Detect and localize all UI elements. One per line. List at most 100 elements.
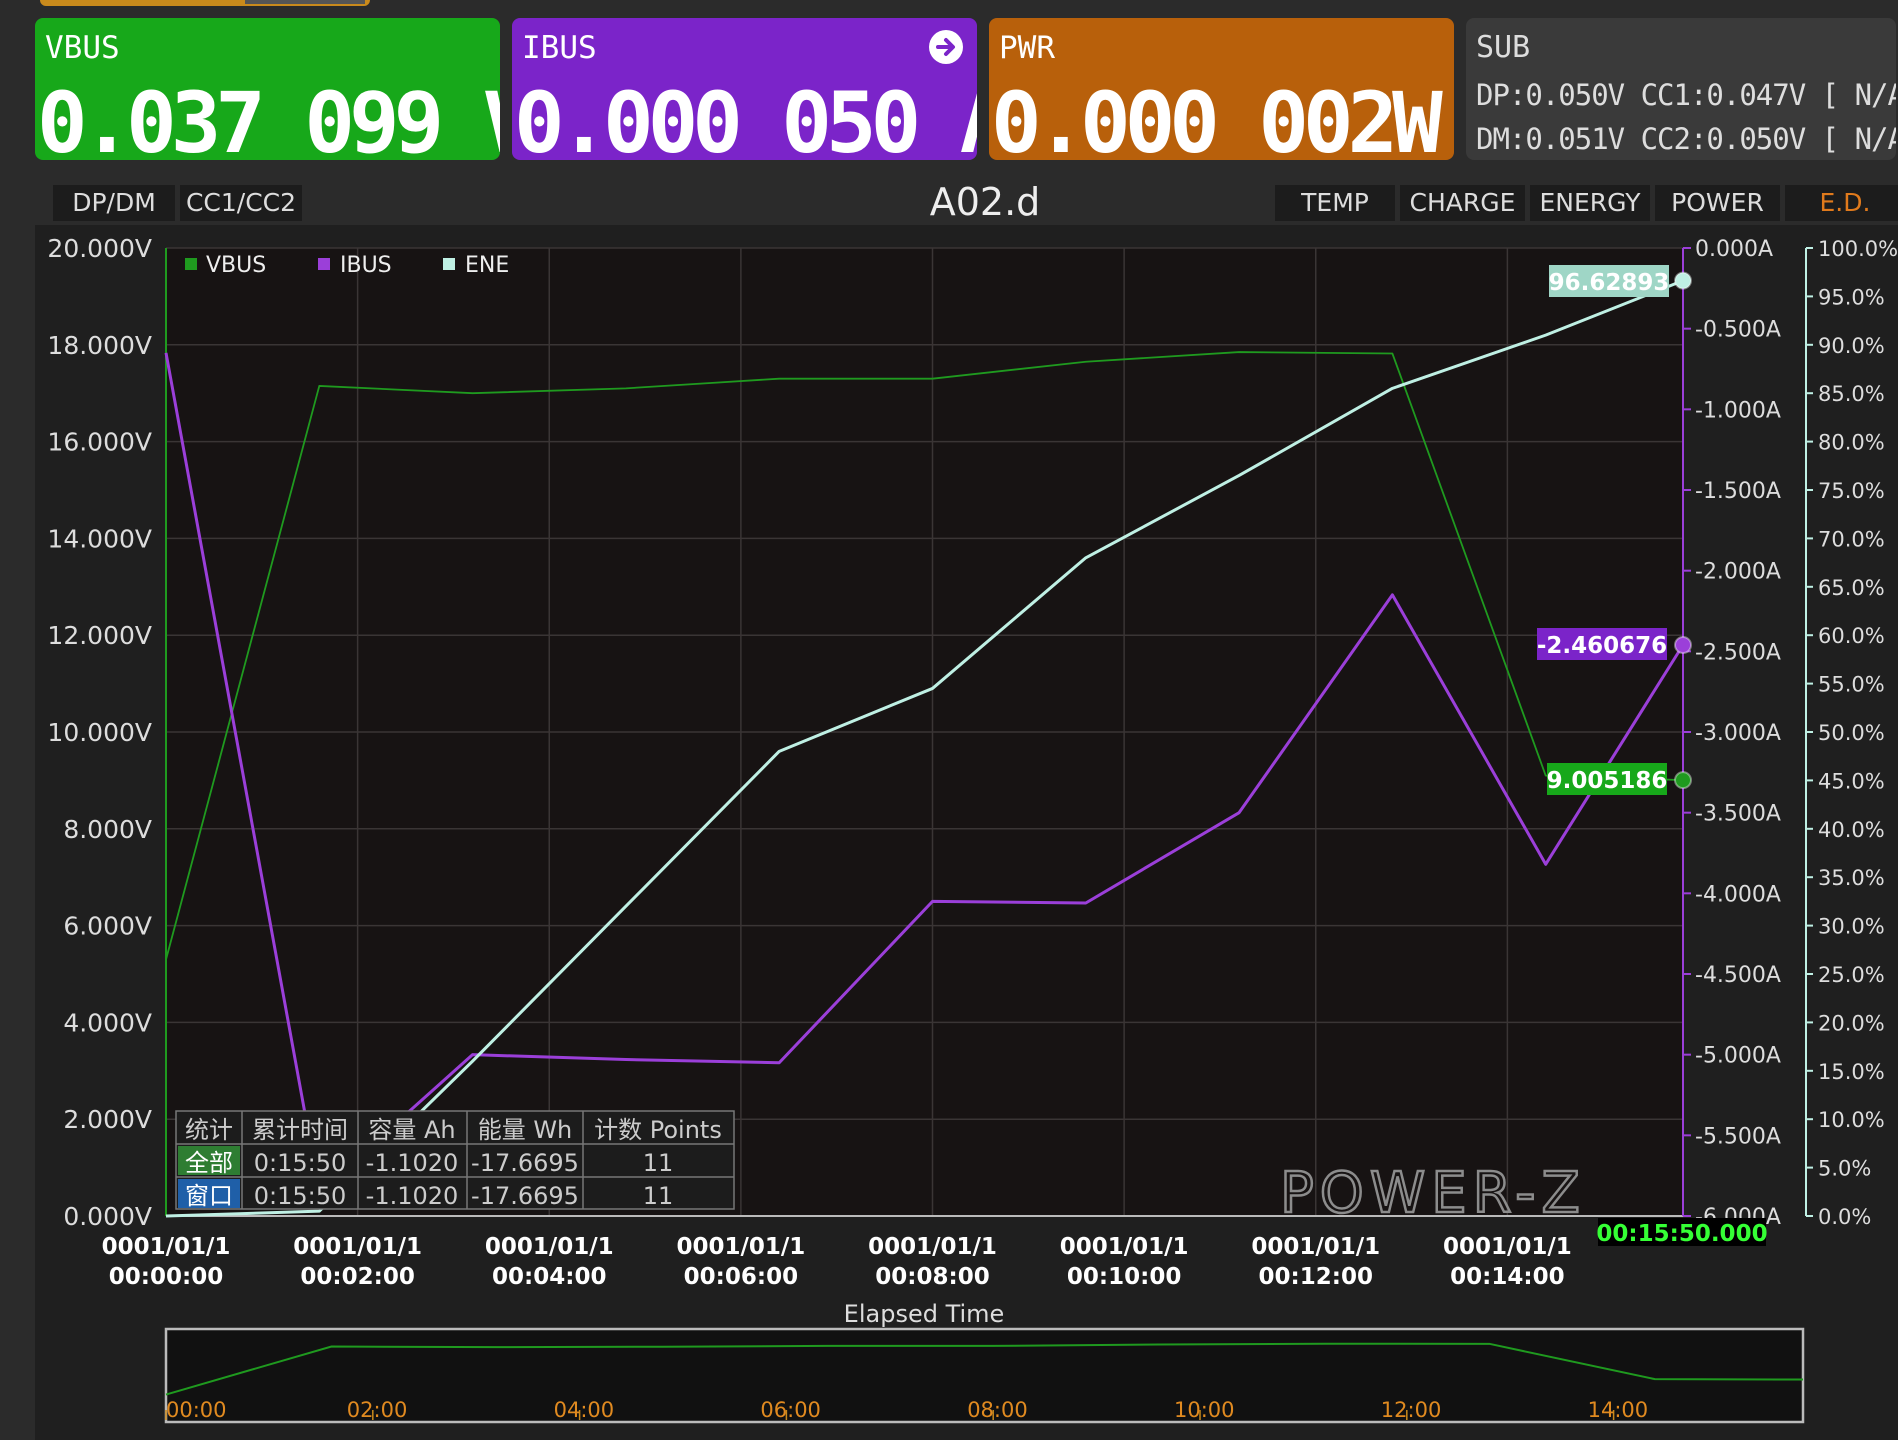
x-tick-date: 0001/01/1 [1060, 1234, 1189, 1260]
y-tick-label-pct: 25.0% [1818, 963, 1885, 987]
x-tick-time: 00:14:00 [1450, 1264, 1564, 1290]
power-z-watermark: POWER-Z [1280, 1161, 1586, 1226]
x-tick-time: 00:00:00 [109, 1264, 223, 1290]
stats-row0-col3: -17.6695 [471, 1149, 579, 1177]
y-tick-label-pct: 0.0% [1818, 1205, 1871, 1229]
legend-ibus-label: IBUS [340, 253, 392, 278]
y-tick-label-v: 12.000V [47, 621, 152, 650]
y-tick-label-a: 0.000A [1695, 237, 1773, 262]
overview-tick-label: 04:00 [554, 1398, 615, 1422]
stats-header-4: 计数 Points [594, 1116, 722, 1144]
stats-row0-col4: 11 [643, 1149, 674, 1177]
y-tick-label-pct: 90.0% [1818, 334, 1885, 358]
y-tick-label-v: 16.000V [47, 428, 152, 457]
stats-table: 统计 累计时间 容量 Ah 能量 Wh 计数 Points 全部 0:15:50… [175, 1110, 735, 1210]
y-tick-label-a: -3.000A [1695, 721, 1781, 746]
y-tick-label-pct: 70.0% [1818, 527, 1885, 551]
y-tick-label-a: -2.000A [1695, 560, 1781, 585]
x-tick-time: 00:02:00 [300, 1264, 414, 1290]
x-tick-date: 0001/01/1 [293, 1234, 422, 1260]
y-tick-label-pct: 50.0% [1818, 721, 1885, 745]
y-tick-label-pct: 5.0% [1818, 1157, 1871, 1181]
y-tick-label-a: -5.500A [1695, 1124, 1781, 1149]
stats-header-3: 能量 Wh [478, 1116, 573, 1144]
ene-end-label: 96.62893 [1549, 265, 1670, 297]
overview-tick-label: 14:00 [1588, 1398, 1649, 1422]
x-axis-title: Elapsed Time [844, 1300, 1005, 1328]
y-tick-label-pct: 10.0% [1818, 1108, 1885, 1132]
stats-row1-col3: -17.6695 [471, 1182, 579, 1210]
overview-tick-label: 02:00 [347, 1398, 408, 1422]
overview-tick-label: 12:00 [1381, 1398, 1442, 1422]
x-tick-date: 0001/01/1 [1443, 1234, 1572, 1260]
series-end-point-vbus [1674, 771, 1692, 790]
overview-tick-label: 06:00 [760, 1398, 821, 1422]
y-tick-label-pct: 65.0% [1818, 576, 1885, 600]
y-tick-label-v: 0.000V [63, 1202, 152, 1231]
overview-navigator[interactable]: 00:00 02:00 04:00 06:00 08:00 10:00 12:00 14:00 [164, 1327, 1805, 1424]
x-tick-date: 0001/01/1 [102, 1234, 231, 1260]
stats-row0-col1: 0:15:50 [254, 1149, 347, 1177]
vbus-end-value: 9.005186 [1547, 768, 1668, 794]
chart-svg[interactable]: 20.000V 18.000V 16.000V 14.000V 12.000V 10.00… [0, 0, 1898, 1440]
y-tick-label-v: 2.000V [63, 1105, 152, 1134]
legend-ene-swatch [443, 258, 455, 270]
y-tick-label-pct: 45.0% [1818, 769, 1885, 793]
y-tick-label-pct: 100.0% [1818, 237, 1898, 261]
y-tick-label-pct: 15.0% [1818, 1060, 1885, 1084]
stats-header-1: 累计时间 [252, 1116, 348, 1144]
y-tick-label-pct: 30.0% [1818, 915, 1885, 939]
x-tick-date: 0001/01/1 [485, 1234, 614, 1260]
stats-row0-col0: 全部 [185, 1149, 233, 1177]
legend-ene-label: ENE [465, 253, 509, 278]
y-tick-label-pct: 85.0% [1818, 382, 1885, 406]
y-tick-label-a: -4.000A [1695, 882, 1781, 907]
y-tick-label-pct: 20.0% [1818, 1011, 1885, 1035]
y-tick-label-a: -3.500A [1695, 802, 1781, 827]
y-tick-label-v: 14.000V [47, 524, 152, 553]
ibus-end-label: -2.460676 [1537, 628, 1667, 660]
vbus-end-label: 9.005186 [1547, 763, 1668, 795]
y-tick-label-v: 8.000V [63, 815, 152, 844]
overview-tick-label: 00:00 [166, 1398, 227, 1422]
y-tick-label-a: -0.500A [1695, 318, 1781, 343]
y-tick-label-a: -5.000A [1695, 1044, 1781, 1069]
x-tick-time: 00:06:00 [684, 1264, 798, 1290]
x-tick-time: 00:10:00 [1067, 1264, 1181, 1290]
stats-row1-col2: -1.1020 [366, 1182, 459, 1210]
x-tick-time: 00:12:00 [1259, 1264, 1373, 1290]
y-tick-label-a: -4.500A [1695, 963, 1781, 988]
y-tick-label-a: -1.000A [1695, 398, 1781, 423]
x-tick-date: 0001/01/1 [676, 1234, 805, 1260]
y-tick-label-pct: 40.0% [1818, 818, 1885, 842]
y-tick-label-a: -2.500A [1695, 640, 1781, 665]
x-tick-time: 00:08:00 [875, 1264, 989, 1290]
y-tick-label-v: 4.000V [63, 1008, 152, 1037]
y-tick-label-pct: 75.0% [1818, 479, 1885, 503]
stats-row1-col0: 窗口 [185, 1182, 233, 1210]
y-tick-label-v: 10.000V [47, 718, 152, 747]
x-tick-date: 0001/01/1 [868, 1234, 997, 1260]
y-tick-label-v: 18.000V [47, 331, 152, 360]
stats-header-0: 统计 [185, 1116, 233, 1144]
legend-vbus-swatch [185, 258, 197, 270]
legend-vbus-label: VBUS [206, 253, 266, 278]
stats-row1-col1: 0:15:50 [254, 1182, 347, 1210]
stats-header-2: 容量 Ah [368, 1116, 455, 1144]
stats-row0-col2: -1.1020 [366, 1149, 459, 1177]
overview-tick-label: 10:00 [1174, 1398, 1235, 1422]
x-tick-time: 00:04:00 [492, 1264, 606, 1290]
y-tick-label-pct: 55.0% [1818, 673, 1885, 697]
ibus-end-value: -2.460676 [1537, 633, 1667, 659]
x-tick-date: 0001/01/1 [1251, 1234, 1380, 1260]
cursor-time-value: 00:15:50.000 [1596, 1221, 1767, 1247]
stats-row1-col4: 11 [643, 1182, 674, 1210]
legend-ibus-swatch [318, 258, 330, 270]
cursor-time-label: 00:15:50.000 [1596, 1218, 1768, 1247]
series-end-point-ene [1674, 271, 1692, 290]
y-tick-label-v: 6.000V [63, 912, 152, 941]
ene-end-value: 96.62893 [1549, 270, 1670, 296]
y-tick-label-a: -1.500A [1695, 479, 1781, 504]
overview-tick-label: 08:00 [967, 1398, 1028, 1422]
y-tick-label-v: 20.000V [47, 234, 152, 263]
